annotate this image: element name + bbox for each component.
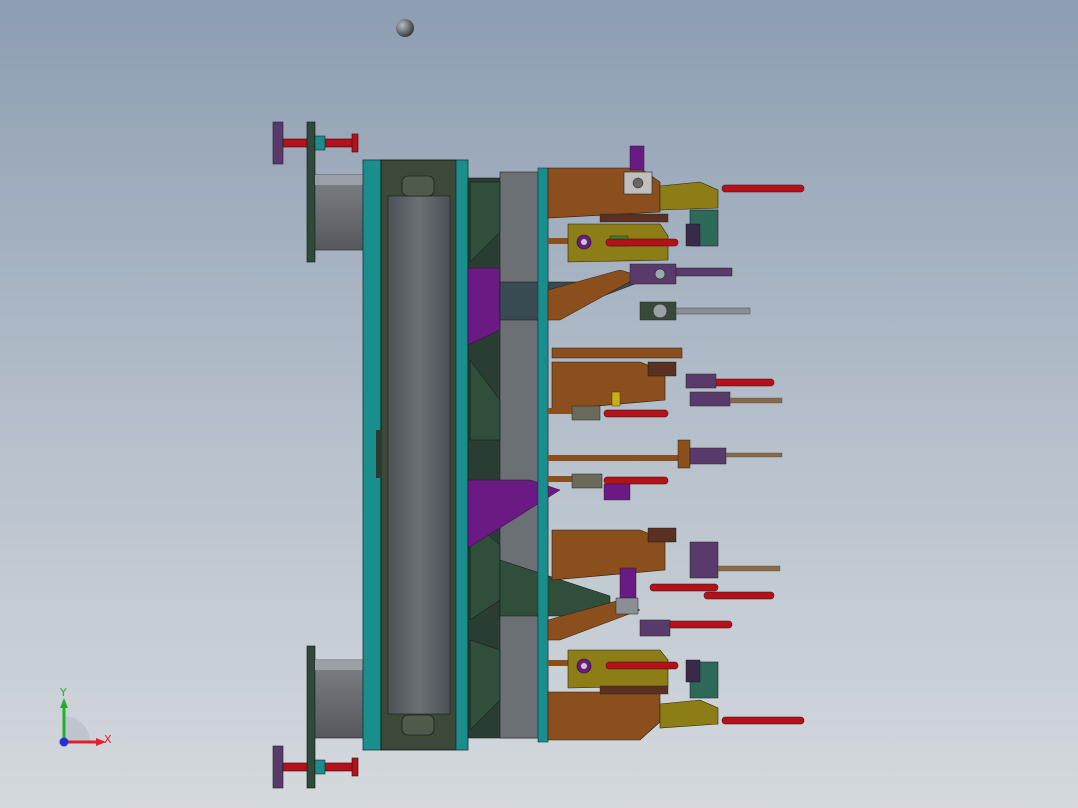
clamp-handle — [661, 620, 733, 629]
clamp-handle — [711, 378, 775, 387]
left-mount-bottom — [272, 645, 364, 789]
triad-x-label: X — [104, 733, 112, 746]
clamp-handle — [605, 238, 679, 247]
clamp-handle — [603, 476, 669, 485]
bracket-top — [547, 145, 661, 219]
clamp-handle — [649, 583, 719, 592]
clamp-handle — [605, 661, 679, 670]
triad-y-label: Y — [60, 686, 67, 699]
clamp-handle — [603, 409, 669, 418]
clamp-handle — [721, 184, 805, 193]
cad-viewport[interactable]: Y X — [0, 0, 1078, 808]
clamp-handle — [703, 591, 775, 600]
clamp-handle — [721, 716, 805, 725]
fixture-assembly-drawing — [272, 19, 805, 789]
bracket-middle-b — [551, 527, 677, 581]
coordinate-triad-icon — [59, 698, 106, 747]
left-mount-top — [272, 121, 364, 263]
rotate-center-sphere[interactable] — [396, 19, 414, 37]
bracket-arm-upper — [547, 269, 641, 321]
bracket-bottom — [547, 691, 661, 741]
main-frame — [362, 159, 469, 751]
coordinate-triad: Y X — [48, 686, 120, 758]
